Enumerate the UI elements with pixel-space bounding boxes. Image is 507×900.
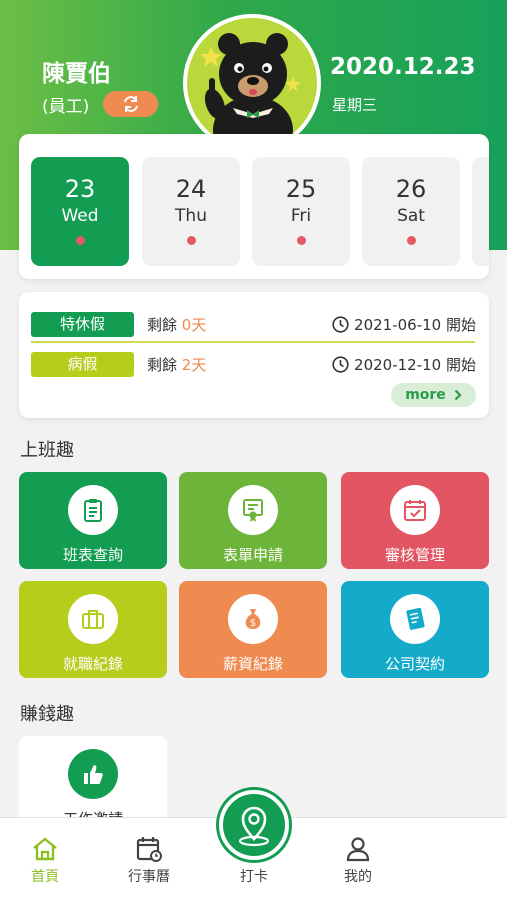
punch-in-button[interactable] — [219, 790, 289, 860]
section-title-work: 上班趣 — [20, 440, 74, 461]
clipboard-icon — [84, 499, 102, 522]
briefcase-icon — [82, 610, 104, 629]
leave-type-badge: 病假 — [31, 352, 134, 377]
thumbs-up-icon — [84, 765, 103, 784]
leave-start-date: 2021-06-10 開始 — [354, 316, 476, 334]
calendar-icon — [136, 837, 162, 862]
more-button[interactable]: more — [391, 383, 476, 407]
tile-employment-record[interactable]: 就職紀錄 — [19, 581, 167, 678]
tile-approval[interactable]: 審核管理 — [341, 472, 489, 569]
tile-label: 班表查詢 — [62, 546, 123, 564]
user-role: (員工) — [42, 97, 90, 117]
contract-icon — [406, 607, 425, 630]
event-dot — [296, 236, 306, 245]
tile-icon-circle — [68, 594, 118, 644]
tile-schedule[interactable]: 班表查詢 — [19, 472, 167, 569]
tile-icon-circle — [390, 485, 440, 535]
section-title-earn: 賺錢趣 — [20, 704, 74, 725]
day-weekday: Wed — [61, 206, 99, 226]
event-dot — [186, 236, 196, 245]
location-pin-icon — [238, 806, 270, 847]
tile-label: 公司契約 — [384, 655, 445, 673]
clock-icon — [332, 356, 349, 373]
day-card[interactable]: 24 Thu — [142, 157, 240, 266]
event-dot — [406, 236, 416, 245]
leave-start: 2021-06-10 開始 — [332, 314, 476, 335]
tile-label: 薪資紀錄 — [222, 655, 283, 673]
nav-label: 我的 — [344, 869, 372, 885]
current-weekday: 星期三 — [332, 96, 378, 114]
nav-label: 首頁 — [31, 869, 59, 885]
remaining-label: 剩餘 — [147, 356, 178, 374]
remaining-label: 剩餘 — [147, 316, 178, 334]
tile-form-apply[interactable]: 表單申請 — [179, 472, 327, 569]
date-strip: 23 Wed 24 Thu 25 Fri 26 Sat — [19, 134, 489, 279]
day-card[interactable]: 23 Wed — [31, 157, 129, 266]
day-number: 23 — [64, 175, 96, 203]
nav-profile[interactable]: 我的 — [313, 834, 403, 886]
day-card[interactable]: 25 Fri — [252, 157, 350, 266]
leave-remaining: 剩餘 0天 — [147, 314, 206, 335]
tile-icon-circle — [68, 485, 118, 535]
leave-remaining: 剩餘 2天 — [147, 354, 206, 375]
divider — [31, 341, 475, 343]
leave-start: 2020-12-10 開始 — [332, 354, 476, 375]
remaining-value: 0天 — [181, 316, 207, 334]
home-icon — [33, 837, 57, 861]
day-weekday: Fri — [290, 206, 312, 226]
clock-icon — [332, 316, 349, 333]
calendar-check-icon — [404, 500, 426, 521]
certificate-icon — [243, 499, 263, 522]
tile-salary-record[interactable]: $ 薪資紀錄 — [179, 581, 327, 678]
day-weekday: Sat — [397, 206, 425, 226]
tile-label: 表單申請 — [222, 546, 283, 564]
tile-icon-circle — [390, 594, 440, 644]
current-date: 2020.12.23 — [330, 54, 476, 80]
nav-label-punch: 打卡 — [240, 869, 268, 885]
remaining-value: 2天 — [181, 356, 207, 374]
leave-type-badge: 特休假 — [31, 312, 134, 337]
user-icon — [346, 837, 370, 862]
tile-icon-circle: $ — [228, 594, 278, 644]
more-label: more — [405, 387, 446, 403]
day-weekday: Thu — [175, 206, 207, 226]
swap-icon — [123, 96, 138, 112]
nav-label: 行事曆 — [128, 869, 170, 885]
tile-icon-circle — [228, 485, 278, 535]
svg-text:$: $ — [250, 618, 256, 629]
avatar[interactable] — [183, 14, 321, 152]
chevron-right-icon — [454, 389, 462, 401]
nav-calendar[interactable]: 行事曆 — [104, 834, 194, 886]
day-card[interactable]: 26 Sat — [362, 157, 460, 266]
event-dot — [75, 236, 85, 245]
tile-company-contract[interactable]: 公司契約 — [341, 581, 489, 678]
user-name: 陳賈伯 — [42, 61, 111, 87]
tile-icon-circle — [68, 749, 118, 799]
nav-home[interactable]: 首頁 — [0, 834, 90, 886]
tile-label: 就職紀錄 — [62, 655, 123, 673]
leave-start-date: 2020-12-10 開始 — [354, 356, 476, 374]
day-card-partial[interactable] — [472, 157, 489, 266]
money-bag-icon: $ — [245, 609, 261, 629]
day-number: 24 — [175, 175, 207, 203]
day-number: 26 — [395, 175, 427, 203]
switch-role-button[interactable] — [103, 91, 158, 117]
tile-label: 審核管理 — [384, 546, 445, 564]
day-number: 25 — [285, 175, 317, 203]
bear-mascot-avatar — [200, 33, 301, 148]
